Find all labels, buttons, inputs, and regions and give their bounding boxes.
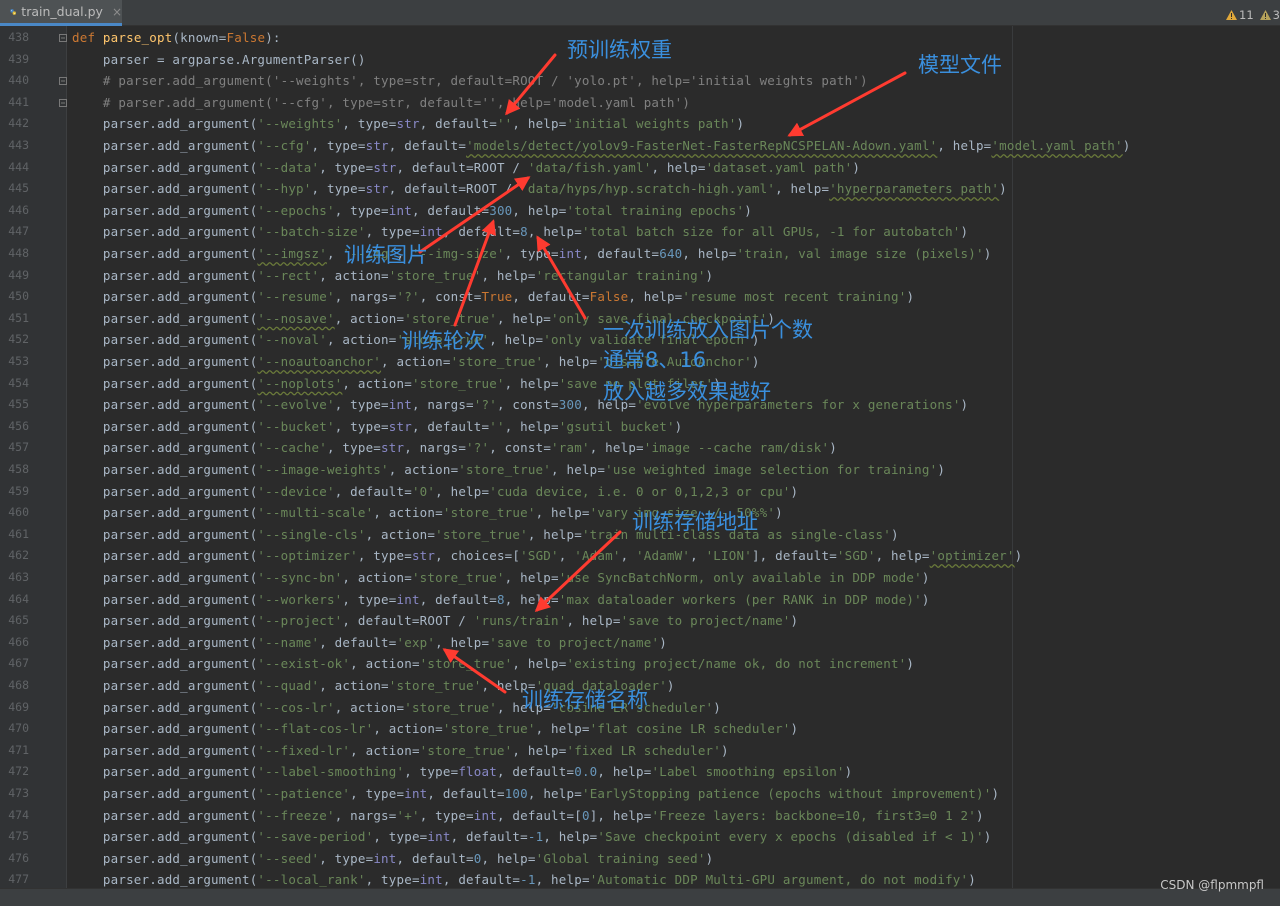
line-number: 449 [8,267,29,282]
line-number: 468 [8,678,29,692]
line-number: 459 [8,483,29,498]
fold-icon[interactable] [59,34,67,42]
annotation-epochs: 训练轮次 [401,329,485,353]
line-number: 451 [8,310,29,325]
annotation-model-file: 模型文件 [918,53,1002,77]
code-line[interactable]: parser.add_argument('--save-period', typ… [72,826,991,848]
code-line[interactable]: parser.add_argument('--optimizer', type=… [72,545,1022,567]
code-line[interactable]: parser.add_argument('--batch-size', type… [72,221,968,243]
code-line[interactable]: parser.add_argument('--label-smoothing',… [72,761,852,783]
code-line[interactable]: parser.add_argument('--cfg', type=str, d… [72,135,1131,157]
code-line[interactable]: parser.add_argument('--freeze', nargs='+… [72,805,984,827]
weak-warning-count: 3 [1272,8,1280,22]
line-number: 464 [8,591,29,606]
code-line[interactable]: parser.add_argument('--name', default='e… [72,632,667,654]
line-number: 452 [8,332,29,347]
code-line[interactable]: parser.add_argument('--exist-ok', action… [72,653,914,675]
line-number: 454 [8,375,29,390]
line-number: 444 [8,159,29,174]
line-number: 476 [8,850,29,865]
code-line[interactable]: def parse_opt(known=False): [72,27,281,49]
tab-filename: train_dual.py [21,4,103,19]
line-number: 447 [8,224,29,239]
line-number: 439 [8,51,29,66]
line-number: 446 [8,202,29,217]
code-line[interactable]: parser.add_argument('--cache', type=str,… [72,437,837,459]
line-number: 445 [8,181,29,196]
annotation-save-dir: 训练存储地址 [632,510,758,534]
line-number: 466 [8,634,29,649]
line-number: 473 [8,786,29,800]
code-line[interactable]: parser.add_argument('--project', default… [72,610,798,632]
line-number: 441 [8,94,29,109]
code-line[interactable]: parser.add_argument('--resume', nargs='?… [72,286,914,308]
fold-icon[interactable] [59,98,67,107]
annotation-train-images: 训练图片 [344,243,428,267]
line-number: 472 [8,764,29,779]
annotation-batch-line1: 一次训练放入图片个数 [603,318,813,342]
python-file-icon [10,8,16,15]
code-line[interactable]: parser.add_argument('--image-weights', a… [72,459,945,481]
line-number: 462 [8,548,29,563]
annotation-batch-line2: 通常8、16 [603,348,707,372]
code-line[interactable]: parser.add_argument('--evolve', type=int… [72,394,968,416]
line-number: 456 [8,418,29,433]
line-number: 458 [8,462,29,476]
line-number: 440 [8,73,29,88]
line-number: 463 [8,570,29,584]
code-line[interactable]: parser.add_argument('--epochs', type=int… [72,200,752,222]
line-number: 460 [8,505,29,520]
code-line[interactable]: parser.add_argument('--workers', type=in… [72,589,930,611]
line-number: 461 [8,526,29,541]
code-line[interactable]: # parser.add_argument('--weights', type=… [72,70,868,92]
code-editor[interactable]: 438 439 440 441 442 443 444 445 446 447 448 449 450 4… [0,26,1280,888]
line-number: 442 [8,116,29,131]
line-number: 467 [8,656,29,671]
code-line[interactable]: parser.add_argument('--single-cls', acti… [72,524,899,546]
line-number: 470 [8,721,29,736]
tab-train-dual-py[interactable]: train_dual.py × [0,0,122,26]
line-number: 450 [8,289,29,304]
editor-tab-bar: train_dual.py × 11 3 [0,0,1280,26]
code-line[interactable]: # parser.add_argument('--cfg', type=str,… [72,92,690,114]
line-number: 453 [8,354,29,368]
warning-icon [1226,10,1237,20]
warning-count: 11 [1239,8,1254,22]
annotation-weights: 预训练权重 [567,38,672,62]
watermark: CSDN @flpmmpfl [1160,878,1264,892]
inspection-widget[interactable]: 11 3 [1226,8,1280,22]
line-number: 469 [8,699,29,714]
line-number: 471 [8,742,29,757]
line-number: 448 [8,246,29,260]
fold-icon[interactable] [59,77,67,86]
code-line[interactable]: parser.add_argument('--bucket', type=str… [72,416,682,438]
annotation-batch-line3: 放入越多效果越好 [603,380,771,404]
code-line[interactable]: parser.add_argument('--hyp', type=str, d… [72,178,1007,200]
line-number: 457 [8,440,29,455]
code-line[interactable]: parser.add_argument('--patience', type=i… [72,783,999,805]
code-line[interactable]: parser = argparse.ArgumentParser() [72,49,366,71]
code-line[interactable]: parser.add_argument('--weights', type=st… [72,113,744,135]
status-bar [0,888,1280,906]
close-icon[interactable]: × [112,5,122,19]
line-number: 475 [8,829,29,844]
code-line[interactable]: parser.add_argument('--flat-cos-lr', act… [72,718,798,740]
annotation-save-name: 训练存储名称 [522,688,648,712]
code-line[interactable]: parser.add_argument('--imgsz', '--img', … [72,243,991,265]
line-number: 438 [8,30,29,44]
code-line[interactable]: parser.add_argument('--seed', type=int, … [72,848,713,870]
line-number: 443 [8,138,29,152]
line-number-gutter: 438 439 440 441 442 443 444 445 446 447 448 449 450 4… [0,26,67,888]
line-number: 455 [8,397,29,412]
code-line[interactable]: parser.add_argument('--data', type=str, … [72,157,860,179]
code-line[interactable]: parser.add_argument('--sync-bn', action=… [72,567,930,589]
code-line[interactable]: parser.add_argument('--device', default=… [72,481,798,503]
weak-warning-icon [1259,10,1271,20]
line-number: 474 [8,807,29,822]
line-number: 465 [8,613,29,628]
code-line[interactable]: parser.add_argument('--fixed-lr', action… [72,740,729,762]
